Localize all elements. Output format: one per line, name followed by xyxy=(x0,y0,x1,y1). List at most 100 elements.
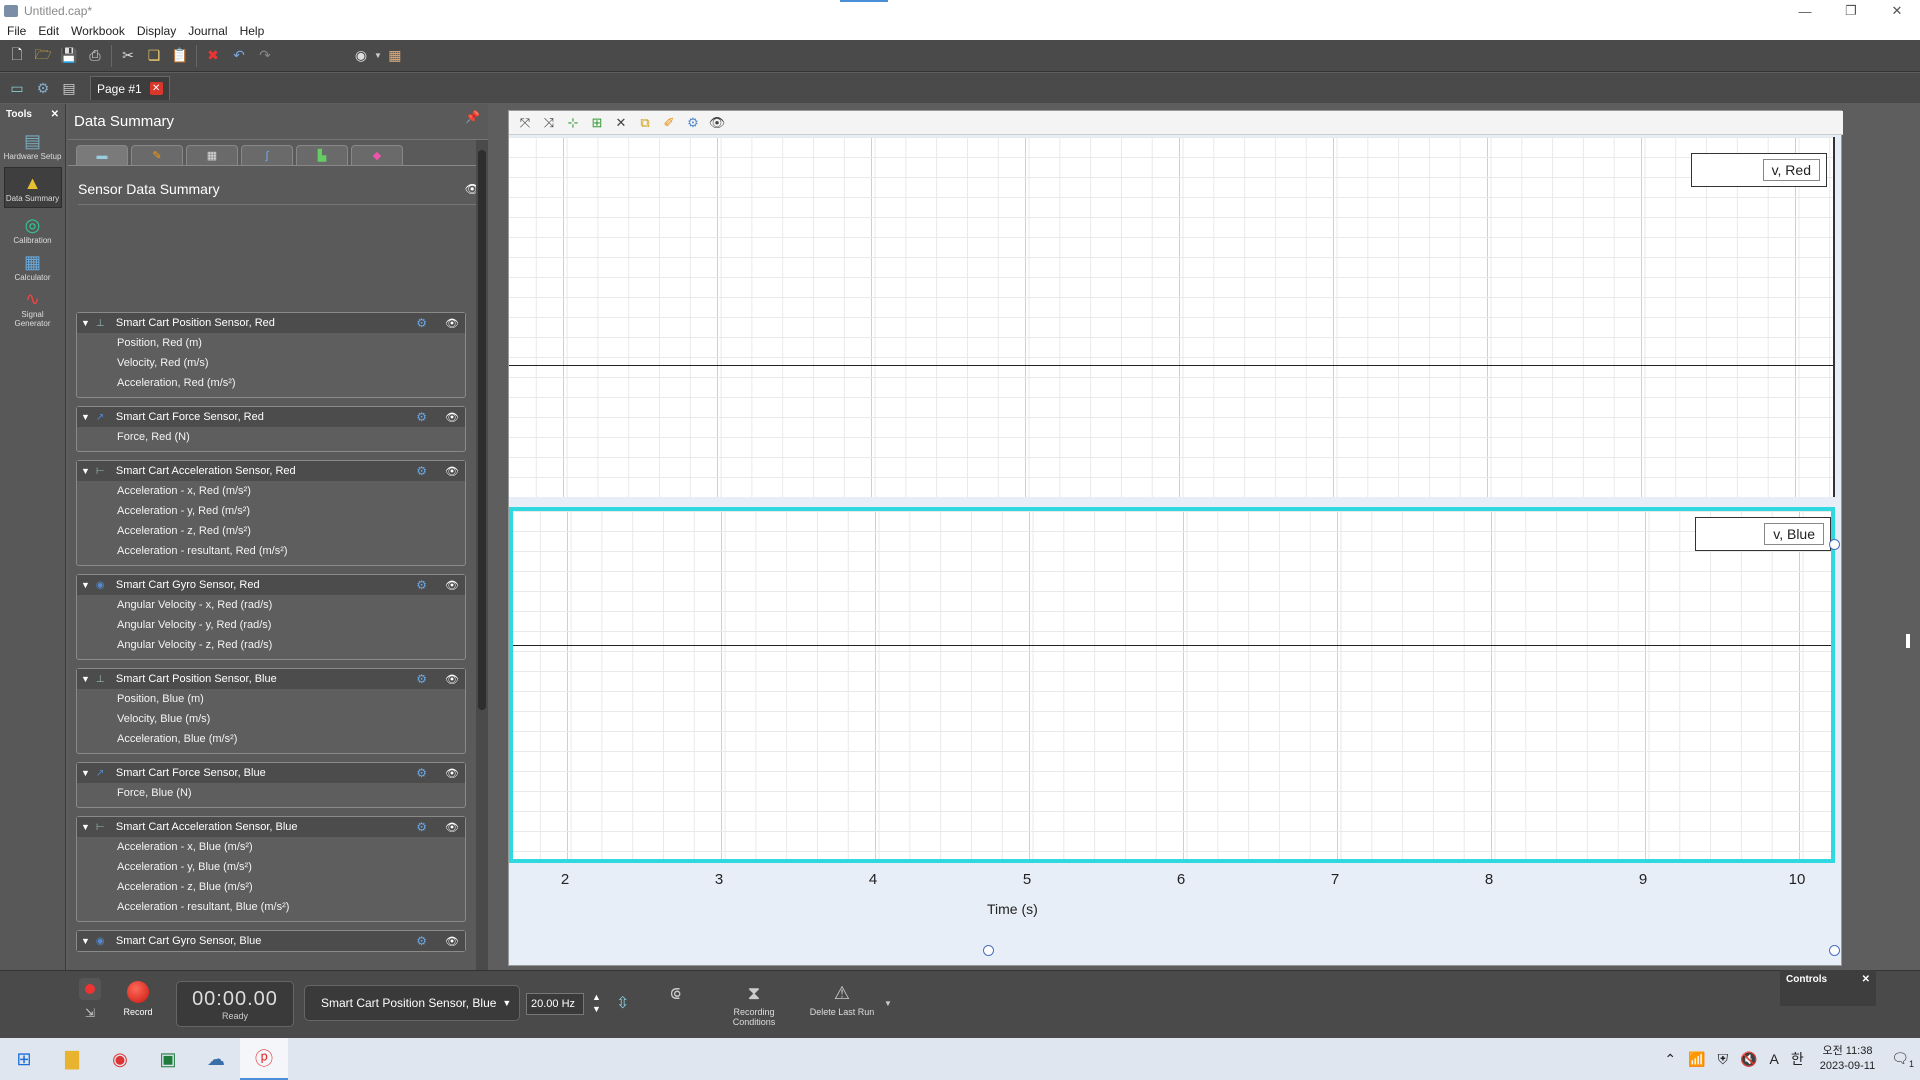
pencil-tab-icon[interactable]: ✎ xyxy=(131,145,183,165)
save-icon[interactable]: 💾 xyxy=(58,45,80,67)
measurement-row[interactable]: Acceleration - resultant, Red (m/s²) xyxy=(77,541,465,561)
legend-top[interactable]: v, Red xyxy=(1691,153,1827,187)
sample-rate-field[interactable]: 20.00 Hz xyxy=(526,993,584,1015)
side-panel-indicator[interactable] xyxy=(1906,634,1910,648)
tool-calculator[interactable]: ▦ Calculator xyxy=(4,251,62,282)
file-explorer-icon[interactable]: ▇ xyxy=(48,1038,96,1080)
close-tab-icon[interactable]: ✕ xyxy=(149,82,163,95)
measurement-row[interactable]: Position, Red (m) xyxy=(77,333,465,353)
delete-icon[interactable]: ✖ xyxy=(202,45,224,67)
close-icon[interactable]: ✕ xyxy=(1874,0,1920,22)
measurement-row[interactable]: Angular Velocity - z, Red (rad/s) xyxy=(77,635,465,655)
collapse-icon[interactable]: ▼ xyxy=(81,822,90,832)
resize-handle[interactable] xyxy=(1829,945,1840,956)
menu-journal[interactable]: Journal xyxy=(181,24,232,38)
security-icon[interactable]: ⛨ xyxy=(1718,1051,1729,1068)
manual-mode-icon[interactable]: ⇲ xyxy=(85,1006,95,1020)
menu-display[interactable]: Display xyxy=(130,24,181,38)
sensor-settings-icon[interactable]: ⚙ xyxy=(416,578,427,592)
measurement-row[interactable]: Position, Blue (m) xyxy=(77,689,465,709)
ime-hangul[interactable]: 한 xyxy=(1791,1049,1804,1069)
add-coordinates-icon[interactable]: ⊞ xyxy=(585,113,609,133)
tab-page-1[interactable]: Page #1 ✕ xyxy=(90,76,170,100)
measurement-row[interactable]: Acceleration - x, Red (m/s²) xyxy=(77,481,465,501)
sensor-settings-icon[interactable]: ⚙ xyxy=(416,316,427,330)
camera-icon[interactable]: ◉ xyxy=(350,45,372,67)
menu-edit[interactable]: Edit xyxy=(31,24,64,38)
plot-area-top[interactable]: v, Red xyxy=(509,137,1835,497)
windows-start-icon[interactable]: ⊞ xyxy=(0,1038,48,1080)
layout-icon[interactable]: ▦ xyxy=(384,45,406,67)
x-axis-label[interactable]: Time (s) xyxy=(987,901,1038,917)
measurement-row[interactable]: Velocity, Red (m/s) xyxy=(77,353,465,373)
eye-icon[interactable]: 👁 xyxy=(445,821,459,834)
eye-icon[interactable]: 👁 xyxy=(445,579,459,592)
resize-handle[interactable] xyxy=(983,945,994,956)
eye-icon[interactable]: 👁 xyxy=(445,935,459,948)
chart-tab-icon[interactable]: ▙ xyxy=(296,145,348,165)
select-data-icon[interactable]: ⊹ xyxy=(561,113,585,133)
print-icon[interactable]: ⎙ xyxy=(84,45,106,67)
legend-bottom[interactable]: v, Blue xyxy=(1695,517,1831,551)
restore-icon[interactable]: ❐ xyxy=(1828,0,1874,22)
collapse-icon[interactable]: ▼ xyxy=(81,768,90,778)
excel-icon[interactable]: ▣ xyxy=(144,1038,192,1080)
graph-eye-icon[interactable]: 👁 xyxy=(705,113,729,133)
eye-icon[interactable]: 👁 xyxy=(445,465,459,478)
sensor-tab-icon[interactable]: ▬ xyxy=(76,145,128,165)
pin-icon[interactable]: 📌 xyxy=(465,110,480,124)
measurement-row[interactable]: Force, Red (N) xyxy=(77,427,465,447)
pasco-app-icon[interactable]: ⓟ xyxy=(240,1038,288,1080)
record-mode-icon[interactable] xyxy=(79,978,101,1000)
eye-icon[interactable]: 👁 xyxy=(445,317,459,330)
collapse-icon[interactable]: ▼ xyxy=(81,580,90,590)
summary-scrollbar[interactable] xyxy=(476,140,488,970)
measurement-row[interactable]: Acceleration - y, Red (m/s²) xyxy=(77,501,465,521)
cut-icon[interactable]: ✂ xyxy=(117,45,139,67)
eye-icon[interactable]: 👁 xyxy=(445,767,459,780)
copy-icon[interactable]: ❏ xyxy=(143,45,165,67)
record-button[interactable]: Record xyxy=(110,981,166,1017)
sensor-settings-icon[interactable]: ⚙ xyxy=(416,672,427,686)
collapse-icon[interactable]: ▼ xyxy=(81,674,90,684)
new-file-icon[interactable]: 🗋 xyxy=(6,45,28,67)
menu-help[interactable]: Help xyxy=(233,24,270,38)
measurement-row[interactable]: Acceleration - z, Red (m/s²) xyxy=(77,521,465,541)
minimize-icon[interactable]: — xyxy=(1782,0,1828,22)
menu-workbook[interactable]: Workbook xyxy=(64,24,130,38)
chrome-icon[interactable]: ◉ xyxy=(96,1038,144,1080)
measurement-row[interactable]: Acceleration, Blue (m/s²) xyxy=(77,729,465,749)
remove-icon[interactable]: ✕ xyxy=(609,113,633,133)
sensor-settings-icon[interactable]: ⚙ xyxy=(416,766,427,780)
tool-calibration[interactable]: ◎ Calibration xyxy=(4,214,62,245)
tool-signal-generator[interactable]: ∿ Signal Generator xyxy=(4,288,62,328)
eye-icon[interactable]: 👁 xyxy=(445,673,459,686)
delete-dropdown-icon[interactable]: ▼ xyxy=(884,999,892,1008)
annotation-icon[interactable]: ✐ xyxy=(657,113,681,133)
collapse-icon[interactable]: ▼ xyxy=(81,318,90,328)
sensor-settings-icon[interactable]: ⚙ xyxy=(416,820,427,834)
sensor-select[interactable]: Smart Cart Position Sensor, Blue ▼ xyxy=(304,985,520,1021)
plot-area-bottom[interactable]: v, Blue xyxy=(509,507,1835,863)
page-view-icon[interactable]: ▭ xyxy=(6,77,28,99)
measurement-row[interactable]: Acceleration - x, Blue (m/s²) xyxy=(77,837,465,857)
tray-chevron-icon[interactable]: ⌃ xyxy=(1664,1051,1676,1068)
measurement-row[interactable]: Angular Velocity - x, Red (rad/s) xyxy=(77,595,465,615)
recording-conditions-button[interactable]: ⧗ Recording Conditions xyxy=(724,983,784,1027)
sensor-settings-icon[interactable]: ⚙ xyxy=(416,410,427,424)
adjust-icon[interactable]: ⇳ xyxy=(616,993,629,1013)
sensor-settings-icon[interactable]: ⚙ xyxy=(416,464,427,478)
x-axis[interactable]: 2 3 4 5 6 7 8 9 10 xyxy=(509,865,1835,895)
clock[interactable]: 오전 11:38 2023-09-11 xyxy=(1820,1044,1875,1074)
sensor-settings-icon[interactable]: ⚙ xyxy=(416,934,427,948)
measurement-row[interactable]: Acceleration, Red (m/s²) xyxy=(77,373,465,393)
collapse-icon[interactable]: ▼ xyxy=(81,936,90,946)
eye-icon[interactable]: 👁 xyxy=(445,411,459,424)
tool-hardware-setup[interactable]: ▤ Hardware Setup xyxy=(4,130,62,161)
measurement-row[interactable]: Force, Blue (N) xyxy=(77,783,465,803)
page-list-icon[interactable]: ▤ xyxy=(58,77,80,99)
resize-handle[interactable] xyxy=(1829,539,1840,550)
tool-data-summary[interactable]: ▲ Data Summary xyxy=(3,167,62,208)
graph-settings-icon[interactable]: ⚙ xyxy=(681,113,705,133)
open-folder-icon[interactable]: 🗁 xyxy=(32,45,54,67)
